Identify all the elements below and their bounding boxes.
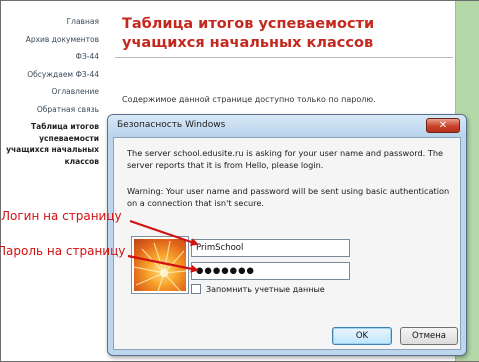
remember-label: Запомнить учетные данные bbox=[206, 284, 325, 294]
close-icon[interactable]: ✕ bbox=[426, 118, 460, 133]
login-annotation: Логин на страницу bbox=[1, 209, 122, 223]
sidebar-item-home[interactable]: Главная bbox=[1, 13, 99, 31]
password-field[interactable]: ●●●●●●● bbox=[191, 262, 350, 280]
credential-tile: PrimSchool ●●●●●●● Запомнить учетные дан… bbox=[132, 231, 369, 307]
page-title: Таблица итогов успеваемости учащихся нач… bbox=[122, 16, 375, 51]
sidebar-item-archive[interactable]: Архив документов bbox=[1, 31, 99, 49]
security-warning: Warning: Your user name and password wil… bbox=[127, 186, 450, 208]
password-annotation: Пароль на страницу bbox=[0, 244, 126, 258]
windows-security-dialog: Безопасность Windows ✕ The server school… bbox=[107, 114, 467, 356]
remember-credentials[interactable]: Запомнить учетные данные bbox=[191, 284, 325, 294]
dialog-titlebar[interactable]: Безопасность Windows ✕ bbox=[108, 115, 466, 137]
dialog-body: The server school.edusite.ru is asking f… bbox=[113, 137, 461, 350]
sidebar-item-grades-table[interactable]: Таблица итогов успеваемости учащихся нач… bbox=[1, 121, 99, 167]
password-only-note: Содержимое данной странице доступно толь… bbox=[122, 95, 376, 104]
cancel-button[interactable]: Отмена bbox=[400, 327, 458, 345]
sidebar-item-feedback[interactable]: Обратная связь bbox=[1, 101, 99, 119]
dialog-title: Безопасность Windows bbox=[117, 120, 226, 130]
title-divider bbox=[115, 57, 453, 58]
username-field[interactable]: PrimSchool bbox=[191, 239, 350, 257]
sidebar-nav: Главная Архив документов ФЗ-44 Обсуждаем… bbox=[1, 13, 99, 167]
server-message: The server school.edusite.ru is asking f… bbox=[127, 148, 444, 170]
user-tile-icon bbox=[132, 237, 188, 293]
sidebar-item-fz44[interactable]: ФЗ-44 bbox=[1, 48, 99, 66]
sidebar-item-contents[interactable]: Оглавление bbox=[1, 83, 99, 101]
remember-checkbox[interactable] bbox=[191, 284, 201, 294]
sidebar-item-discuss-fz44[interactable]: Обсуждаем ФЗ-44 bbox=[1, 66, 99, 84]
ok-button[interactable]: OK bbox=[332, 327, 392, 345]
